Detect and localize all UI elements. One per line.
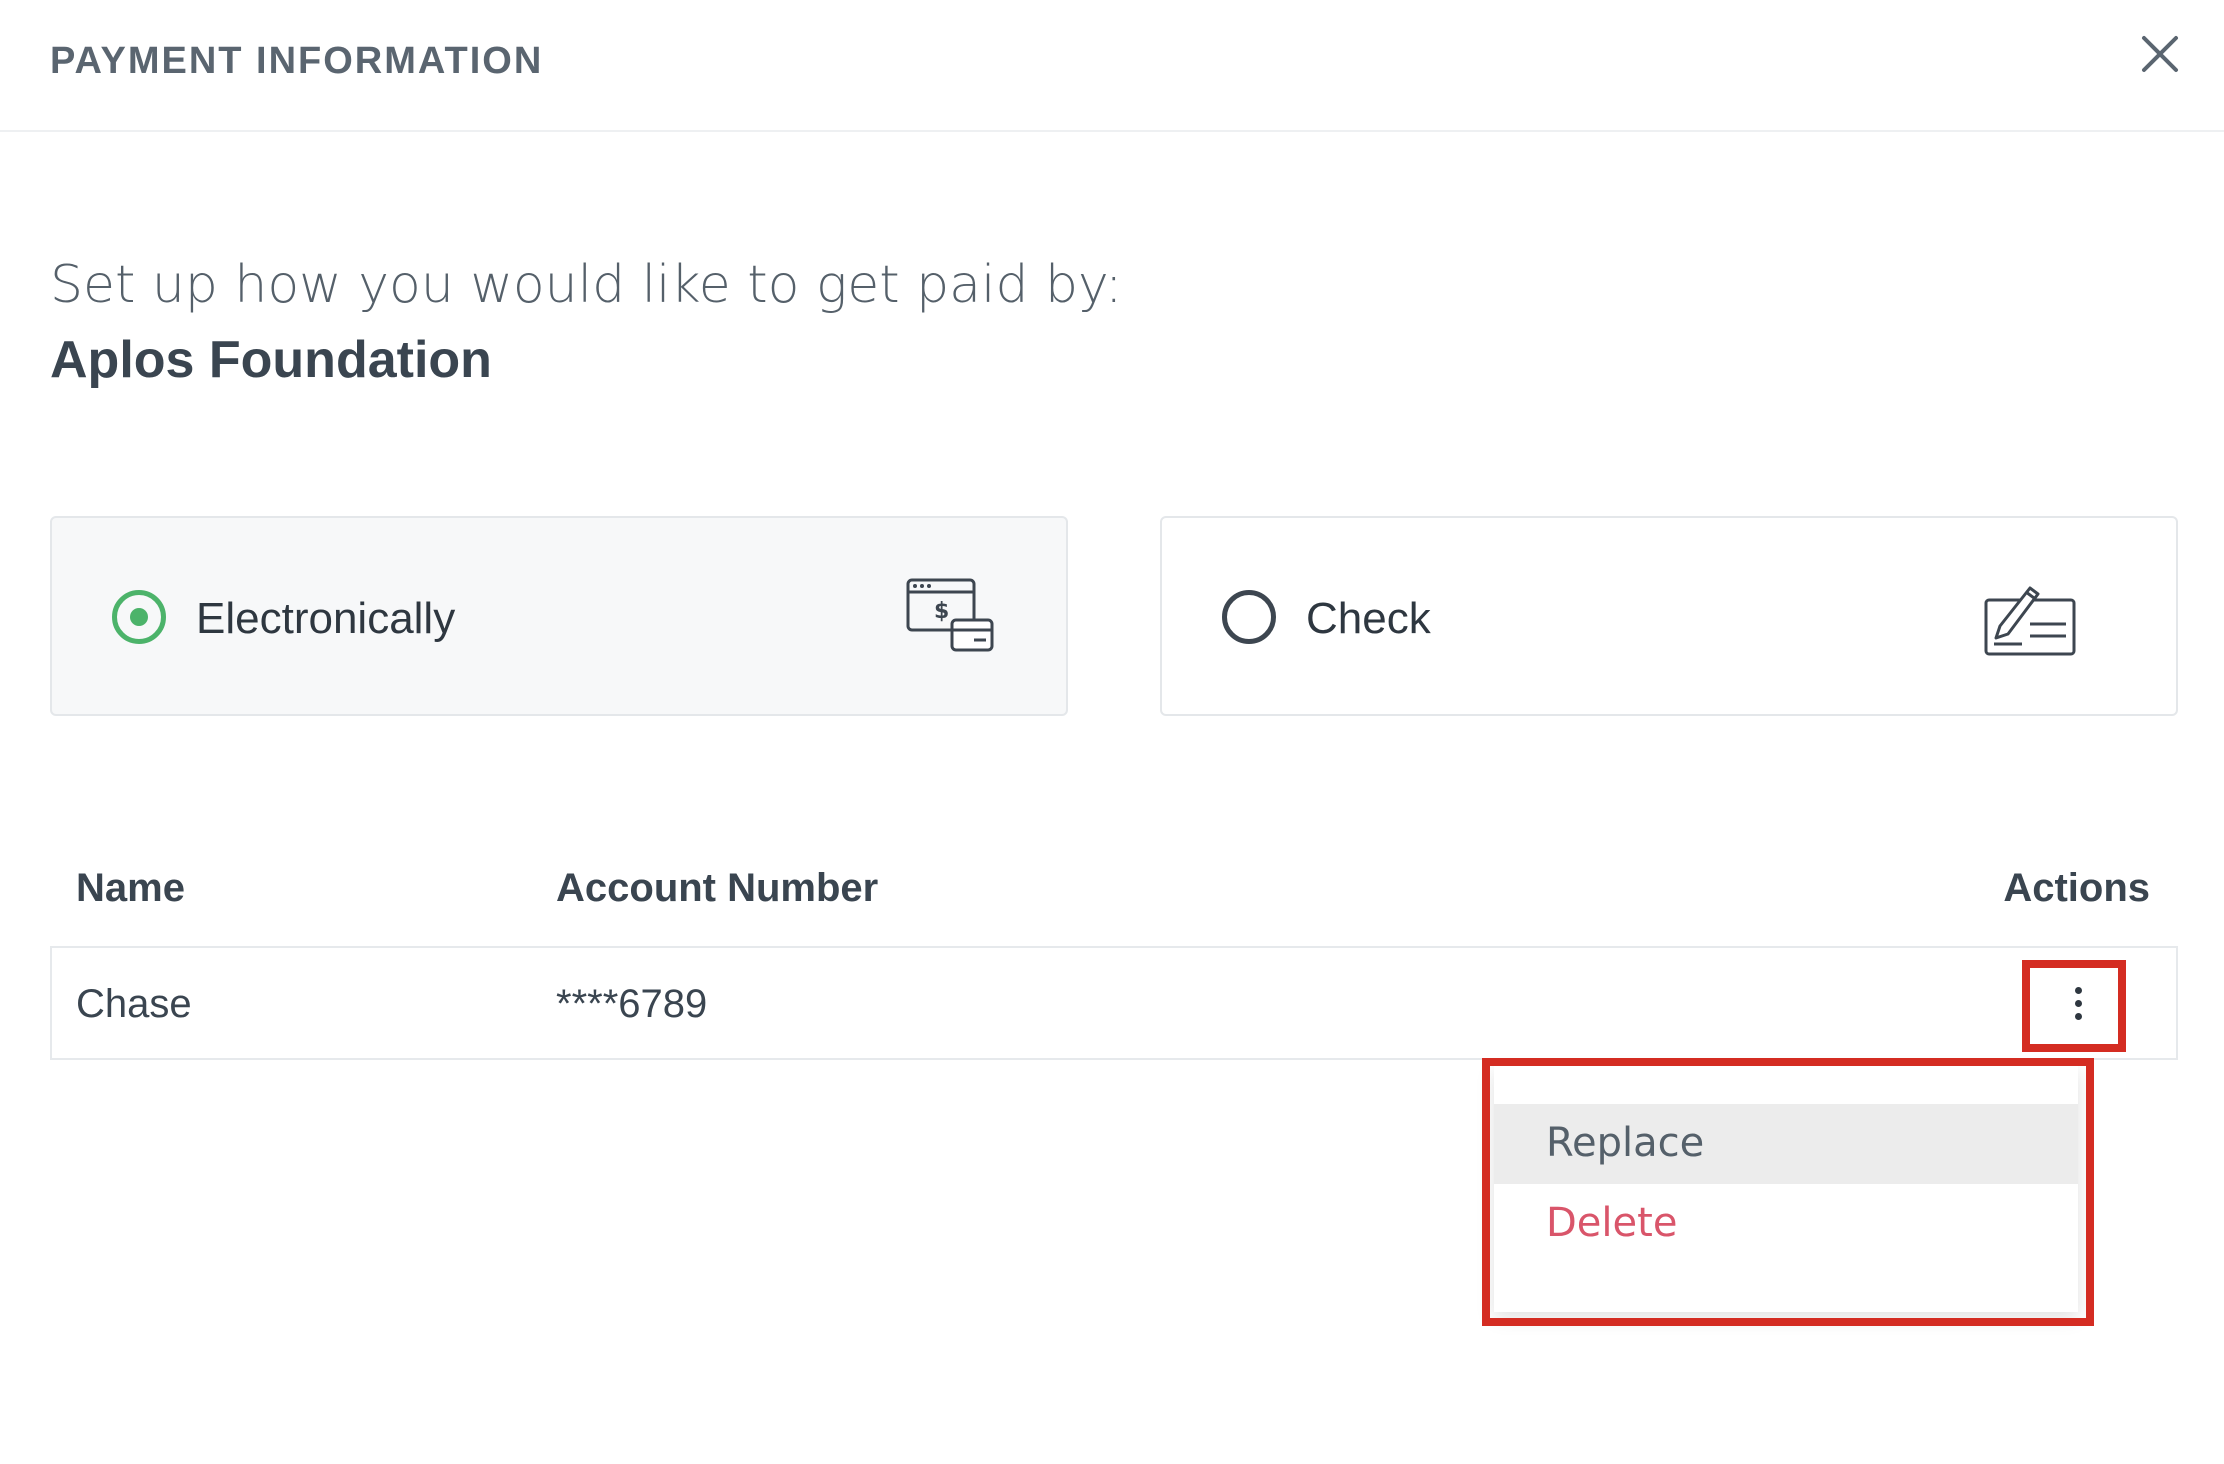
- annotation-highlight-actions-button: [2022, 960, 2126, 1052]
- electronic-payment-icon: $: [902, 576, 998, 660]
- option-check[interactable]: Check: [1160, 516, 2178, 716]
- organization-name: Aplos Foundation: [50, 331, 492, 389]
- cell-account-number: ****6789: [556, 982, 708, 1026]
- svg-text:$: $: [934, 599, 949, 624]
- table-row: Chase ****6789: [50, 946, 2178, 1060]
- close-icon: [2142, 36, 2178, 72]
- annotation-highlight-actions-menu: [1482, 1058, 2094, 1326]
- intro-text: Set up how you would like to get paid by…: [50, 255, 1123, 315]
- option-label: Electronically: [196, 594, 456, 643]
- option-label: Check: [1306, 594, 1431, 643]
- close-button[interactable]: [2134, 28, 2186, 80]
- cell-name: Chase: [76, 982, 192, 1026]
- column-header-actions: Actions: [2003, 866, 2150, 910]
- radio-electronically[interactable]: [112, 590, 166, 644]
- radio-check[interactable]: [1222, 590, 1276, 644]
- column-header-account-number: Account Number: [556, 866, 879, 910]
- modal-title: PAYMENT INFORMATION: [50, 40, 544, 82]
- column-header-name: Name: [76, 866, 185, 910]
- check-writing-icon: [1982, 576, 2078, 660]
- option-electronically[interactable]: Electronically $: [50, 516, 1068, 716]
- modal-header: PAYMENT INFORMATION: [0, 0, 2224, 132]
